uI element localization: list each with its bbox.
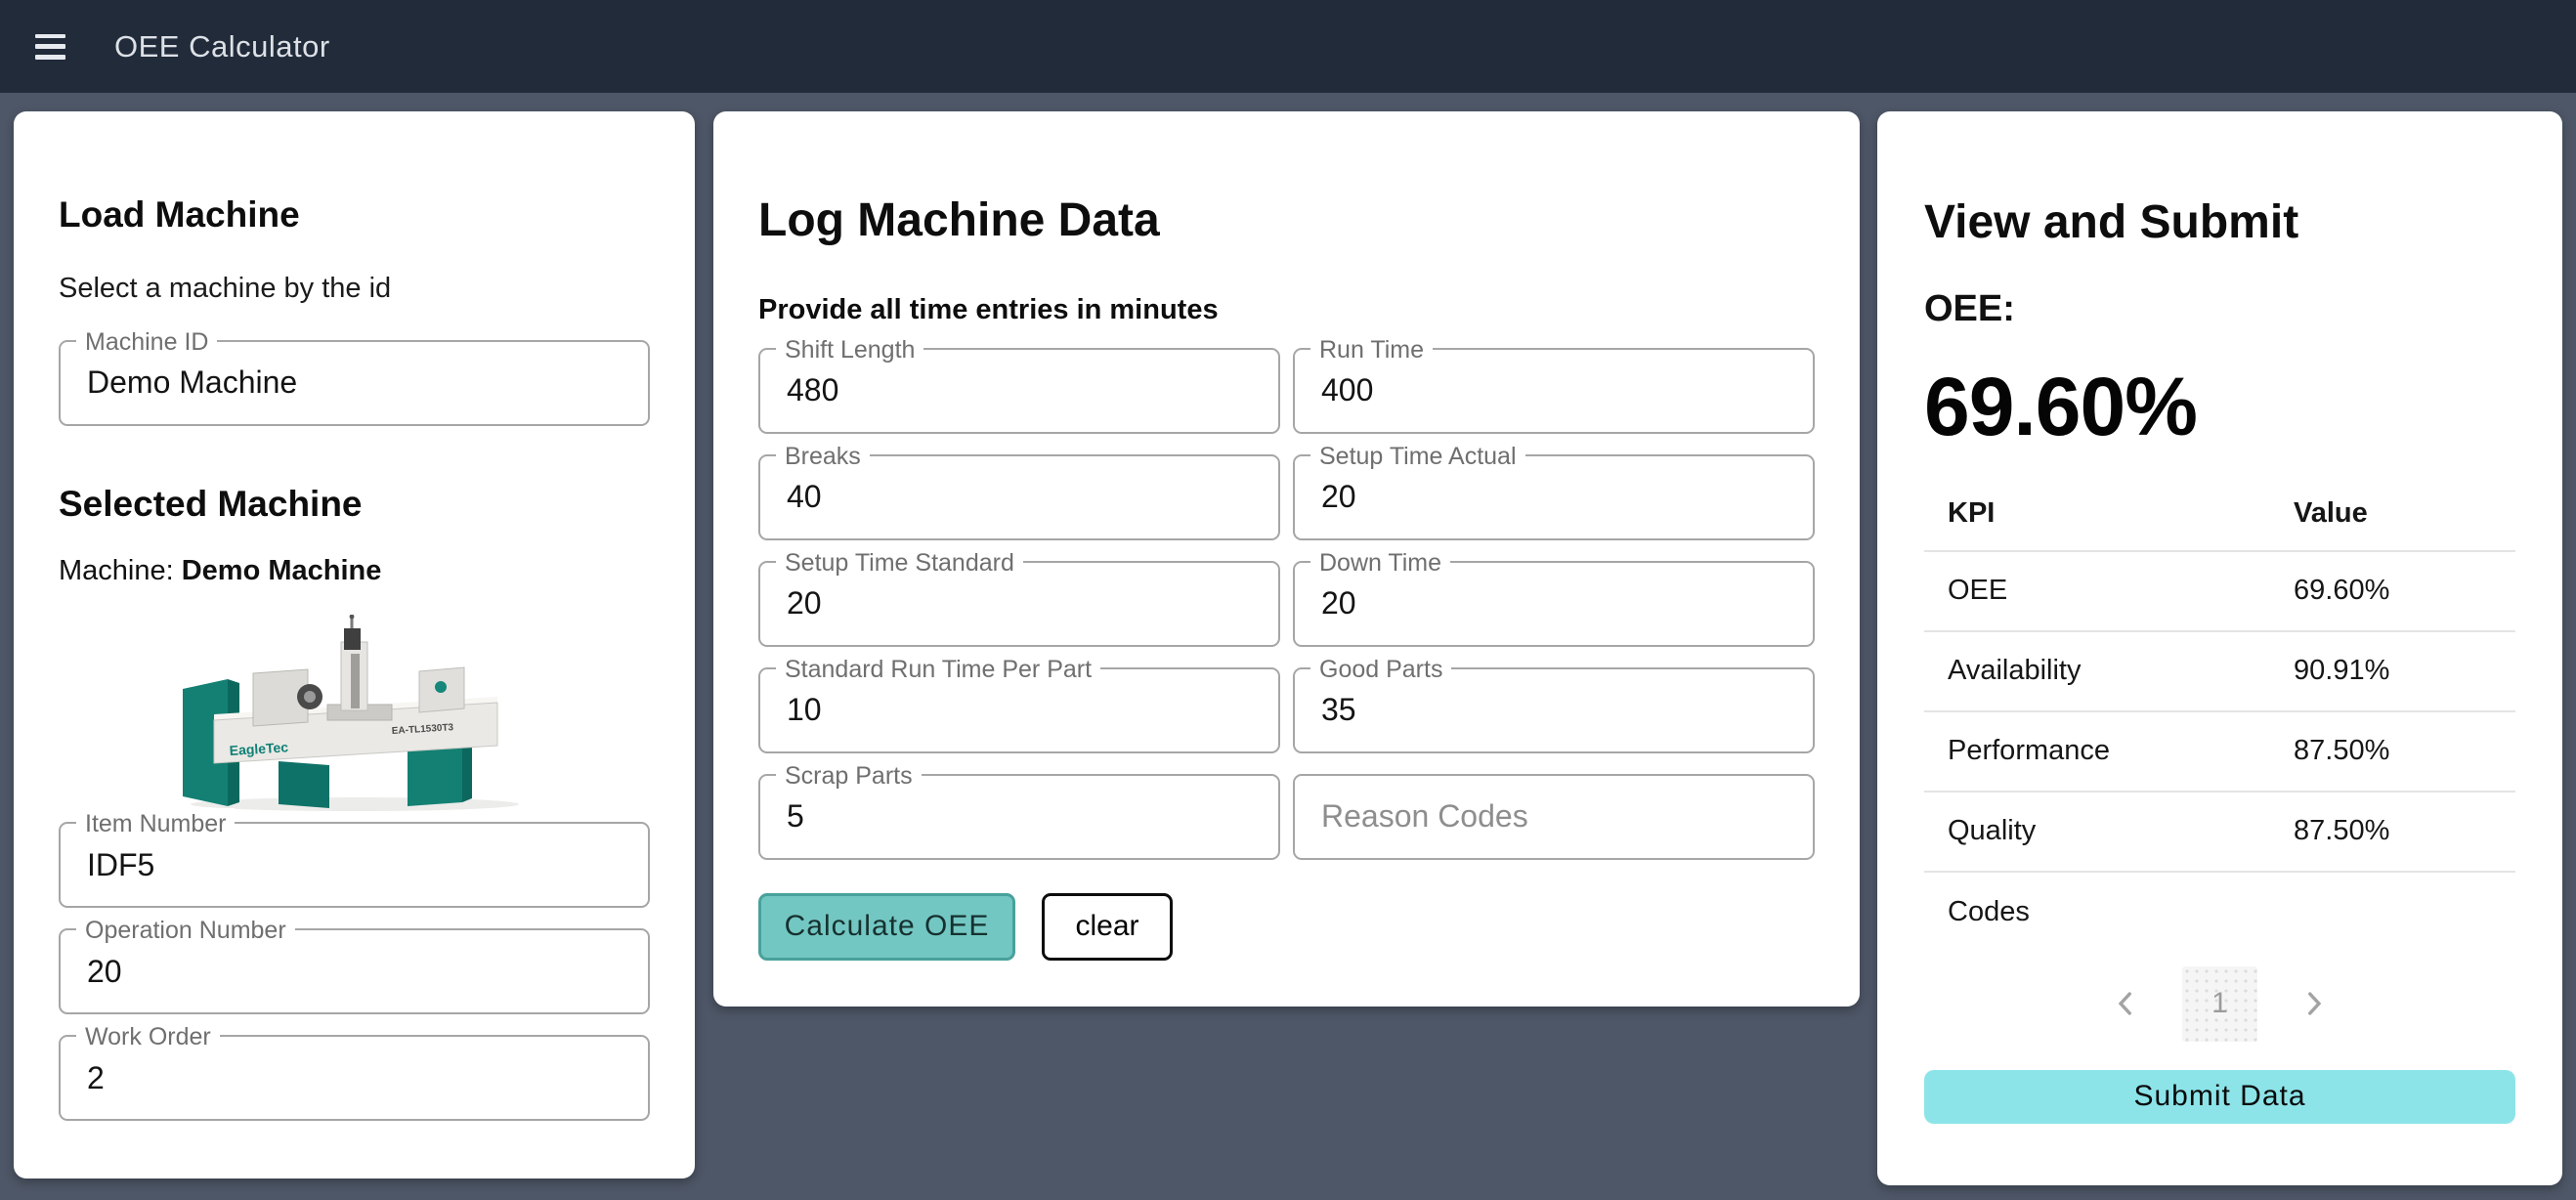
good-parts-value: 35 [1321,692,1356,728]
table-row: Quality 87.50% [1924,793,2515,873]
operation-number-field[interactable]: Operation Number 20 [59,928,650,1014]
submit-data-button[interactable]: Submit Data [1924,1070,2515,1124]
load-machine-title: Load Machine [59,111,650,236]
selected-machine-title: Selected Machine [59,485,650,525]
work-order-value: 2 [87,1060,105,1096]
setup-time-standard-value: 20 [787,585,822,621]
work-order-label: Work Order [76,1021,220,1052]
log-machine-data-card: Log Machine Data Provide all time entrie… [713,111,1860,1007]
setup-time-actual-value: 20 [1321,479,1356,515]
table-row: Availability 90.91% [1924,632,2515,712]
kpi-cell: OEE [1948,575,2294,607]
log-machine-data-title: Log Machine Data [758,111,1815,247]
kpi-table: KPI Value OEE 69.60% Availability 90.91%… [1924,497,2515,953]
shift-length-label: Shift Length [776,334,923,365]
table-row: OEE 69.60% [1924,552,2515,632]
reason-codes-placeholder: Reason Codes [1321,798,1528,835]
setup-time-actual-field[interactable]: Setup Time Actual 20 [1293,454,1815,540]
next-page-button[interactable] [2293,982,2336,1025]
reason-codes-field[interactable]: Reason Codes [1293,774,1815,860]
machine-label: Machine: [59,555,174,586]
cnc-lathe-illustration: EagleTec EA-TL1530T3 [169,615,540,812]
scrap-parts-label: Scrap Parts [776,760,922,792]
breaks-label: Breaks [776,441,870,472]
run-time-value: 400 [1321,372,1373,408]
value-cell: 90.91% [2294,655,2515,687]
setup-time-standard-field[interactable]: Setup Time Standard 20 [758,561,1280,647]
good-parts-field[interactable]: Good Parts 35 [1293,667,1815,753]
app-bar: OEE Calculator [0,0,2576,93]
operation-number-label: Operation Number [76,915,295,946]
setup-time-actual-label: Setup Time Actual [1310,441,1525,472]
breaks-value: 40 [787,479,822,515]
value-cell: 87.50% [2294,735,2515,767]
view-submit-card: View and Submit OEE: 69.60% KPI Value OE… [1877,111,2562,1185]
time-entry-grid: Shift Length 480 Run Time 400 Breaks 40 … [758,348,1815,860]
breaks-field[interactable]: Breaks 40 [758,454,1280,540]
time-entries-note: Provide all time entries in minutes [758,294,1815,326]
scrap-parts-value: 5 [787,798,804,835]
standard-run-time-label: Standard Run Time Per Part [776,654,1100,685]
machine-id-field[interactable]: Machine ID Demo Machine [59,340,650,426]
standard-run-time-field[interactable]: Standard Run Time Per Part 10 [758,667,1280,753]
run-time-field[interactable]: Run Time 400 [1293,348,1815,434]
good-parts-label: Good Parts [1310,654,1451,685]
oee-value: 69.60% [1924,360,2515,454]
pagination: 1 [1924,966,2515,1042]
clear-button[interactable]: clear [1042,893,1173,961]
item-number-label: Item Number [76,808,235,839]
menu-icon[interactable] [35,34,65,60]
action-buttons: Calculate OEE clear [758,893,1815,961]
down-time-label: Down Time [1310,547,1450,579]
kpi-header-cell: KPI [1948,497,2294,530]
oee-label: OEE: [1924,288,2515,330]
item-number-field[interactable]: Item Number IDF5 [59,822,650,908]
scrap-parts-field[interactable]: Scrap Parts 5 [758,774,1280,860]
item-number-value: IDF5 [87,847,154,883]
down-time-field[interactable]: Down Time 20 [1293,561,1815,647]
work-order-field[interactable]: Work Order 2 [59,1035,650,1121]
app-title: OEE Calculator [114,29,330,64]
machine-id-value: Demo Machine [87,364,297,401]
operation-number-value: 20 [87,954,122,990]
selected-machine-line: Machine: Demo Machine [59,555,650,587]
calculate-oee-button[interactable]: Calculate OEE [758,893,1015,961]
page-1-button[interactable]: 1 [2182,966,2257,1042]
shift-length-field[interactable]: Shift Length 480 [758,348,1280,434]
kpi-cell: Performance [1948,735,2294,767]
machine-name: Demo Machine [182,555,382,586]
load-machine-card: Load Machine Select a machine by the id … [14,111,695,1179]
kpi-cell: Codes [1948,896,2294,928]
load-machine-subtitle: Select a machine by the id [59,273,650,305]
table-row: Codes [1924,873,2515,953]
standard-run-time-value: 10 [787,692,822,728]
table-row: Performance 87.50% [1924,712,2515,793]
kpi-cell: Availability [1948,655,2294,687]
machine-id-label: Machine ID [76,326,217,358]
value-cell: 87.50% [2294,815,2515,847]
kpi-cell: Quality [1948,815,2294,847]
shift-length-value: 480 [787,372,838,408]
run-time-label: Run Time [1310,334,1433,365]
view-submit-title: View and Submit [1924,111,2515,249]
value-cell: 69.60% [2294,575,2515,607]
chevron-left-icon [2109,987,2142,1020]
down-time-value: 20 [1321,585,1356,621]
kpi-table-header: KPI Value [1924,497,2515,552]
setup-time-standard-label: Setup Time Standard [776,547,1023,579]
machine-image: EagleTec EA-TL1530T3 [59,615,650,812]
chevron-right-icon [2297,987,2331,1020]
prev-page-button[interactable] [2104,982,2147,1025]
value-header-cell: Value [2294,497,2515,530]
